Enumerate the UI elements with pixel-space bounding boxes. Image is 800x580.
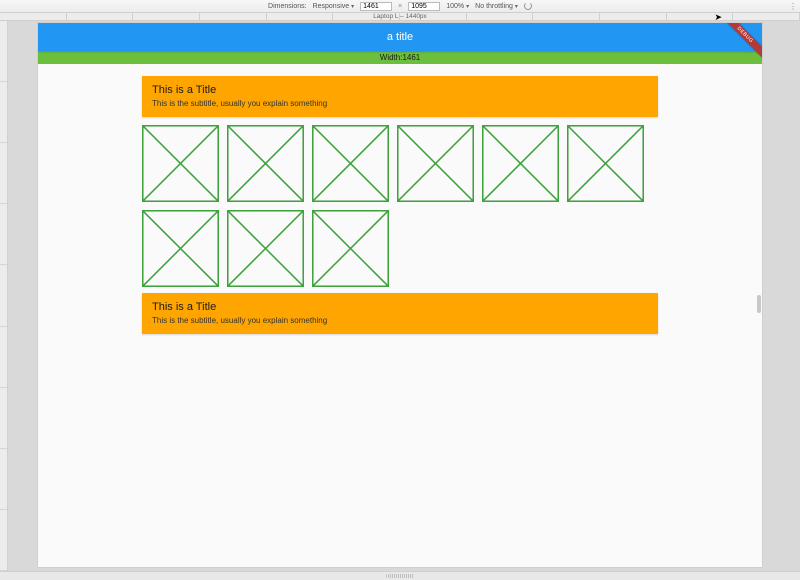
dimensions-label: Dimensions: (268, 3, 307, 10)
dimension-separator: × (398, 3, 402, 10)
ruler-vertical (0, 21, 8, 571)
simulated-viewport: a title DEBUG Width: 1461 This is a Titl… (38, 23, 762, 567)
image-placeholder (397, 125, 474, 202)
drag-handle-icon (386, 574, 414, 578)
card-subtitle: This is the subtitle, usually you explai… (152, 316, 648, 325)
ruler-horizontal: Laptop L – 1440px ➤ (0, 13, 800, 21)
viewport-height-input[interactable] (408, 2, 440, 11)
title-card: This is a Title This is the subtitle, us… (142, 293, 658, 334)
ruler-device-label: Laptop L – 1440px (373, 13, 427, 21)
zoom-dropdown[interactable]: 100% (446, 3, 469, 10)
title-card: This is a Title This is the subtitle, us… (142, 76, 658, 117)
throttling-dropdown[interactable]: No throttling (475, 3, 518, 10)
device-preset-dropdown[interactable]: Responsive (313, 3, 355, 10)
card-subtitle: This is the subtitle, usually you explai… (152, 99, 648, 108)
viewport-width-input[interactable] (360, 2, 392, 11)
image-placeholder (482, 125, 559, 202)
placeholder-grid (142, 125, 658, 287)
card-title: This is a Title (152, 84, 648, 96)
scrollbar-vertical[interactable] (756, 23, 762, 567)
image-placeholder (227, 210, 304, 287)
app-bar: a title DEBUG (38, 23, 762, 51)
scrollbar-thumb[interactable] (757, 295, 761, 313)
image-placeholder (312, 125, 389, 202)
width-banner: Width: 1461 (38, 51, 762, 64)
image-placeholder (142, 125, 219, 202)
kebab-menu-icon[interactable]: ⋮ (789, 2, 796, 11)
width-banner-prefix: Width: (380, 53, 403, 62)
width-banner-value: 1461 (402, 53, 420, 62)
app-root: a title DEBUG Width: 1461 This is a Titl… (38, 23, 762, 567)
device-toolbar: Dimensions: Responsive × 100% No throttl… (0, 0, 800, 13)
image-placeholder (142, 210, 219, 287)
image-placeholder (567, 125, 644, 202)
device-stage: a title DEBUG Width: 1461 This is a Titl… (8, 21, 800, 571)
rotate-icon[interactable] (524, 2, 532, 10)
image-placeholder (312, 210, 389, 287)
card-title: This is a Title (152, 301, 648, 313)
app-bar-title: a title (387, 31, 413, 43)
page-content: This is a Title This is the subtitle, us… (38, 64, 762, 334)
devtools-drawer-handle[interactable] (0, 571, 800, 580)
image-placeholder (227, 125, 304, 202)
